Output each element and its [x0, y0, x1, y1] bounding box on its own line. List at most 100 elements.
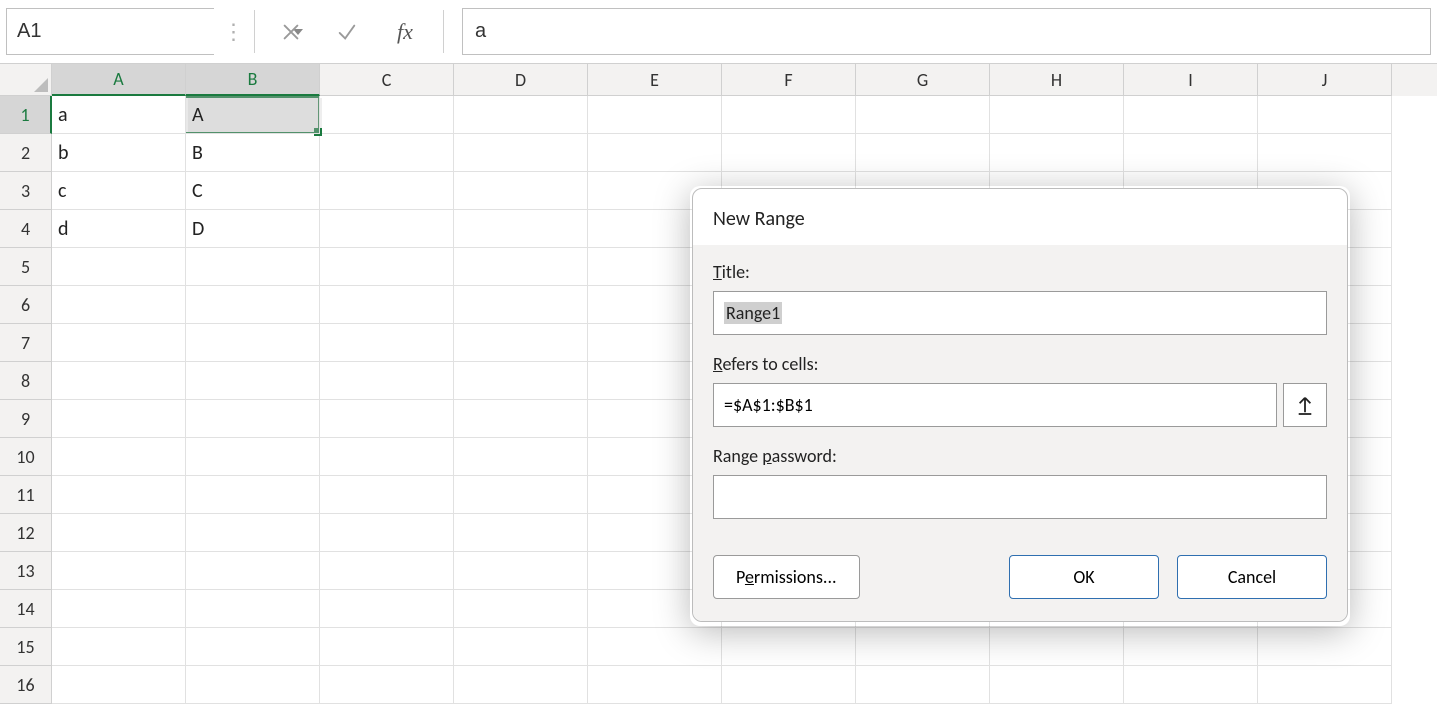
cell-A8[interactable] [52, 362, 186, 400]
cell-B14[interactable] [186, 590, 320, 628]
password-input[interactable] [713, 475, 1327, 519]
name-box[interactable] [6, 8, 214, 55]
cell-C14[interactable] [320, 590, 454, 628]
row-header-4[interactable]: 4 [0, 210, 52, 248]
cell-D13[interactable] [454, 552, 588, 590]
column-header-F[interactable]: F [722, 64, 856, 96]
row-header-15[interactable]: 15 [0, 628, 52, 666]
cell-B1[interactable]: A [186, 96, 320, 134]
column-header-I[interactable]: I [1124, 64, 1258, 96]
cell-J15[interactable] [1258, 628, 1392, 666]
cell-C2[interactable] [320, 134, 454, 172]
cell-E2[interactable] [588, 134, 722, 172]
cell-C4[interactable] [320, 210, 454, 248]
cell-J1[interactable] [1258, 96, 1392, 134]
cell-D3[interactable] [454, 172, 588, 210]
cell-A15[interactable] [52, 628, 186, 666]
cell-A1[interactable]: a [52, 96, 186, 134]
cell-F16[interactable] [722, 666, 856, 704]
column-header-H[interactable]: H [990, 64, 1124, 96]
cell-D5[interactable] [454, 248, 588, 286]
cell-D1[interactable] [454, 96, 588, 134]
cell-A4[interactable]: d [52, 210, 186, 248]
insert-function-icon[interactable]: fx [375, 0, 435, 63]
row-header-2[interactable]: 2 [0, 134, 52, 172]
row-header-10[interactable]: 10 [0, 438, 52, 476]
cell-A11[interactable] [52, 476, 186, 514]
row-header-6[interactable]: 6 [0, 286, 52, 324]
cell-B5[interactable] [186, 248, 320, 286]
cell-C5[interactable] [320, 248, 454, 286]
cell-F1[interactable] [722, 96, 856, 134]
cell-H15[interactable] [990, 628, 1124, 666]
cell-D6[interactable] [454, 286, 588, 324]
row-header-8[interactable]: 8 [0, 362, 52, 400]
cell-C10[interactable] [320, 438, 454, 476]
cell-B16[interactable] [186, 666, 320, 704]
cell-G1[interactable] [856, 96, 990, 134]
permissions-button[interactable]: Permissions... [713, 555, 860, 599]
cell-D10[interactable] [454, 438, 588, 476]
column-header-A[interactable]: A [52, 64, 186, 96]
cell-C8[interactable] [320, 362, 454, 400]
cell-I2[interactable] [1124, 134, 1258, 172]
cell-I15[interactable] [1124, 628, 1258, 666]
cell-D7[interactable] [454, 324, 588, 362]
cell-C13[interactable] [320, 552, 454, 590]
title-input[interactable]: Range1 [713, 291, 1327, 335]
cell-I16[interactable] [1124, 666, 1258, 704]
cell-A10[interactable] [52, 438, 186, 476]
cell-B10[interactable] [186, 438, 320, 476]
cell-J2[interactable] [1258, 134, 1392, 172]
row-header-1[interactable]: 1 [0, 96, 52, 134]
row-header-5[interactable]: 5 [0, 248, 52, 286]
ok-button[interactable]: OK [1009, 555, 1159, 599]
cell-I1[interactable] [1124, 96, 1258, 134]
row-header-3[interactable]: 3 [0, 172, 52, 210]
cell-A3[interactable]: c [52, 172, 186, 210]
column-header-J[interactable]: J [1258, 64, 1392, 96]
cell-D14[interactable] [454, 590, 588, 628]
cell-C16[interactable] [320, 666, 454, 704]
cell-B3[interactable]: C [186, 172, 320, 210]
cell-B15[interactable] [186, 628, 320, 666]
cell-B2[interactable]: B [186, 134, 320, 172]
cell-A5[interactable] [52, 248, 186, 286]
cell-C11[interactable] [320, 476, 454, 514]
cell-G15[interactable] [856, 628, 990, 666]
column-header-C[interactable]: C [320, 64, 454, 96]
cell-C9[interactable] [320, 400, 454, 438]
cell-A12[interactable] [52, 514, 186, 552]
row-header-16[interactable]: 16 [0, 666, 52, 704]
cell-C1[interactable] [320, 96, 454, 134]
column-header-E[interactable]: E [588, 64, 722, 96]
cell-C15[interactable] [320, 628, 454, 666]
cell-D2[interactable] [454, 134, 588, 172]
cell-A6[interactable] [52, 286, 186, 324]
formula-bar-expand-icon[interactable]: ⋮ [220, 0, 246, 63]
cell-C12[interactable] [320, 514, 454, 552]
cell-A13[interactable] [52, 552, 186, 590]
cell-E15[interactable] [588, 628, 722, 666]
cell-C6[interactable] [320, 286, 454, 324]
cancel-button[interactable]: Cancel [1177, 555, 1327, 599]
cell-D15[interactable] [454, 628, 588, 666]
cell-H1[interactable] [990, 96, 1124, 134]
cell-G2[interactable] [856, 134, 990, 172]
cell-B9[interactable] [186, 400, 320, 438]
row-header-7[interactable]: 7 [0, 324, 52, 362]
refers-input[interactable] [713, 383, 1277, 427]
cell-B13[interactable] [186, 552, 320, 590]
row-header-12[interactable]: 12 [0, 514, 52, 552]
row-header-9[interactable]: 9 [0, 400, 52, 438]
cell-B8[interactable] [186, 362, 320, 400]
cell-H2[interactable] [990, 134, 1124, 172]
cell-C3[interactable] [320, 172, 454, 210]
cell-D8[interactable] [454, 362, 588, 400]
cell-D16[interactable] [454, 666, 588, 704]
formula-input[interactable] [475, 20, 1418, 43]
cell-B7[interactable] [186, 324, 320, 362]
cell-H16[interactable] [990, 666, 1124, 704]
row-header-13[interactable]: 13 [0, 552, 52, 590]
range-picker-button[interactable] [1283, 383, 1327, 427]
